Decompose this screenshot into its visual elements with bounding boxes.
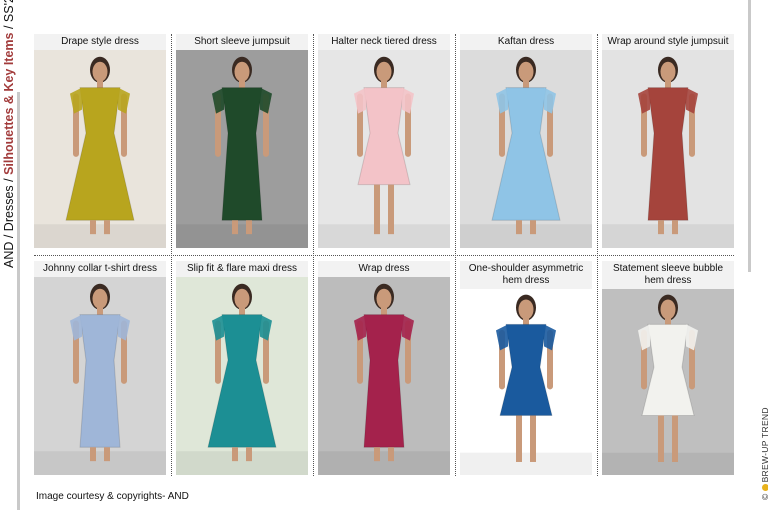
dress-card: Halter neck tiered dress: [318, 34, 450, 248]
dress-card: Wrap around style jumpsuit: [602, 34, 734, 248]
model-photo-placeholder: [460, 289, 592, 475]
dress-photo: [318, 50, 450, 248]
dress-card: Johnny collar t-shirt dress: [34, 261, 166, 475]
dress-photo: [318, 277, 450, 475]
dress-photo: [602, 50, 734, 248]
model-photo-placeholder: [176, 277, 308, 475]
dress-card: Short sleeve jumpsuit: [176, 34, 308, 248]
dress-caption: Short sleeve jumpsuit: [176, 34, 308, 50]
dress-card: Slip fit & flare maxi dress: [176, 261, 308, 475]
model-photo-placeholder: [460, 50, 592, 248]
side-title-accent: Silhouettes & Key Items: [2, 32, 16, 175]
dress-caption: One-shoulder asymmetric hem dress: [460, 261, 592, 289]
left-accent-rule: [17, 92, 20, 510]
model-photo-placeholder: [602, 289, 734, 475]
right-accent-rule: [748, 0, 751, 272]
dress-grid: Drape style dress Short sleeve jumpsuit Ha…: [34, 34, 734, 476]
model-photo-placeholder: [318, 277, 450, 475]
brand-logo-icon: [762, 484, 768, 492]
model-photo-placeholder: [34, 277, 166, 475]
dress-card: Kaftan dress: [460, 34, 592, 248]
brand-mark: © BREW-UP TREND: [760, 407, 768, 500]
dress-caption: Kaftan dress: [460, 34, 592, 50]
dress-photo: [34, 277, 166, 475]
model-photo-placeholder: [34, 50, 166, 248]
row-divider: [34, 255, 734, 256]
model-photo-placeholder: [318, 50, 450, 248]
dress-caption: Statement sleeve bubble hem dress: [602, 261, 734, 289]
dress-caption: Slip fit & flare maxi dress: [176, 261, 308, 277]
model-photo-placeholder: [602, 50, 734, 248]
dress-card: One-shoulder asymmetric hem dress: [460, 261, 592, 475]
brand-name: BREW-UP TREND: [760, 407, 768, 483]
dress-caption: Johnny collar t-shirt dress: [34, 261, 166, 277]
dress-photo: [34, 50, 166, 248]
dress-caption: Wrap dress: [318, 261, 450, 277]
dress-caption: Drape style dress: [34, 34, 166, 50]
image-credit: Image courtesy & copyrights- AND: [36, 491, 189, 502]
model-photo-placeholder: [176, 50, 308, 248]
dress-caption: Halter neck tiered dress: [318, 34, 450, 50]
dress-caption: Wrap around style jumpsuit: [602, 34, 734, 50]
dress-card: Statement sleeve bubble hem dress: [602, 261, 734, 475]
copyright-symbol: ©: [760, 493, 768, 500]
side-title: AND / Dresses / Silhouettes & Key Items …: [2, 0, 16, 268]
dress-card: Drape style dress: [34, 34, 166, 248]
dress-photo: [176, 50, 308, 248]
side-title-prefix: AND / Dresses /: [2, 174, 16, 268]
dress-photo: [602, 289, 734, 475]
dress-photo: [176, 277, 308, 475]
dress-photo: [460, 50, 592, 248]
dress-card: Wrap dress: [318, 261, 450, 475]
dress-photo: [460, 289, 592, 475]
side-title-suffix: / SS'25: [2, 0, 16, 33]
